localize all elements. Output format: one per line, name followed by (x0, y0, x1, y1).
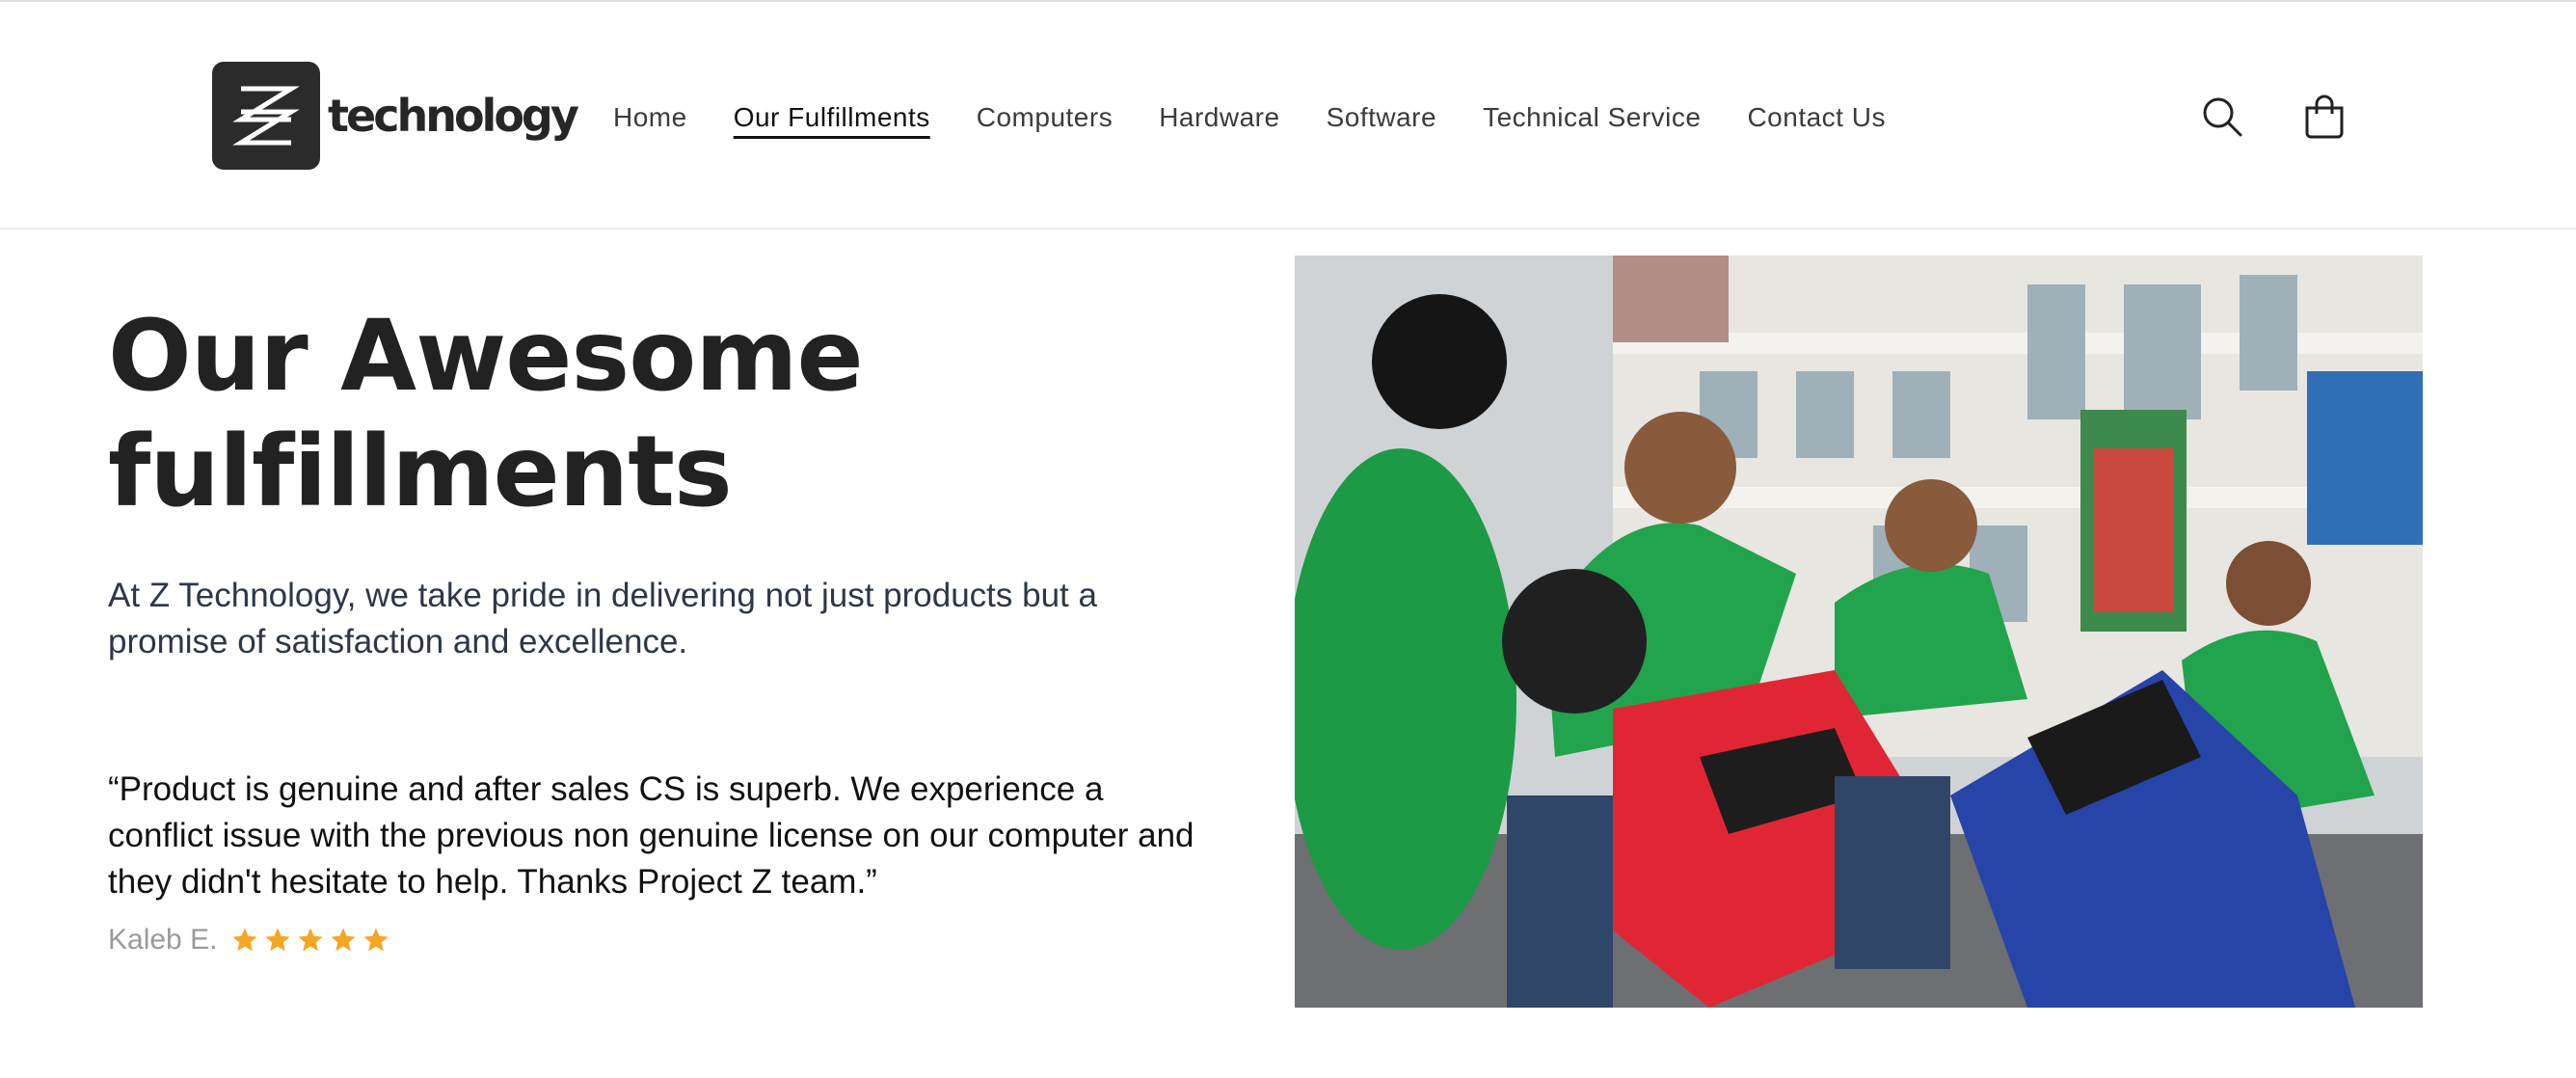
testimonial-author: Kaleb E. (108, 924, 218, 956)
star-icon (232, 928, 257, 952)
search-icon (2203, 97, 2242, 137)
testimonial-quote: “Product is genuine and after sales CS i… (108, 770, 1194, 901)
star-icon (363, 928, 389, 952)
nav-computers[interactable]: Computers (977, 94, 1113, 141)
nav-technical-service[interactable]: Technical Service (1483, 94, 1701, 141)
site-header: technology Home Our Fulfillments Compute… (0, 2, 2576, 229)
nav-software[interactable]: Software (1327, 94, 1437, 141)
hero-subtitle: At Z Technology, we take pride in delive… (108, 577, 1097, 660)
page-title: Our Awesome fulfillments (108, 299, 1217, 530)
rating-stars (230, 926, 390, 955)
star-icon (331, 928, 356, 952)
brand-name: technology (328, 90, 579, 142)
cart-button[interactable] (2300, 93, 2348, 141)
header-actions (2198, 93, 2348, 141)
search-button[interactable] (2198, 93, 2246, 141)
nav-hardware[interactable]: Hardware (1159, 94, 1279, 141)
nav-contact-us[interactable]: Contact Us (1747, 94, 1886, 141)
testimonial-author-row: Kaleb E. (108, 924, 390, 957)
main-nav: Home Our Fulfillments Computers Hardware… (613, 94, 1932, 141)
hero-photo-delivery-riders (1295, 256, 2423, 1008)
page-title-line-2: fulfillments (108, 415, 733, 529)
logo-z-icon (212, 62, 320, 170)
hero-text-block: Our Awesome fulfillments At Z Technology… (108, 299, 1217, 699)
nav-home[interactable]: Home (613, 94, 687, 141)
star-icon (265, 928, 290, 952)
star-icon (298, 928, 323, 952)
nav-our-fulfillments[interactable]: Our Fulfillments (734, 94, 930, 141)
page-title-line-1: Our Awesome (108, 299, 864, 414)
brand-logo[interactable]: technology (212, 62, 579, 170)
cart-icon (2305, 94, 2344, 139)
